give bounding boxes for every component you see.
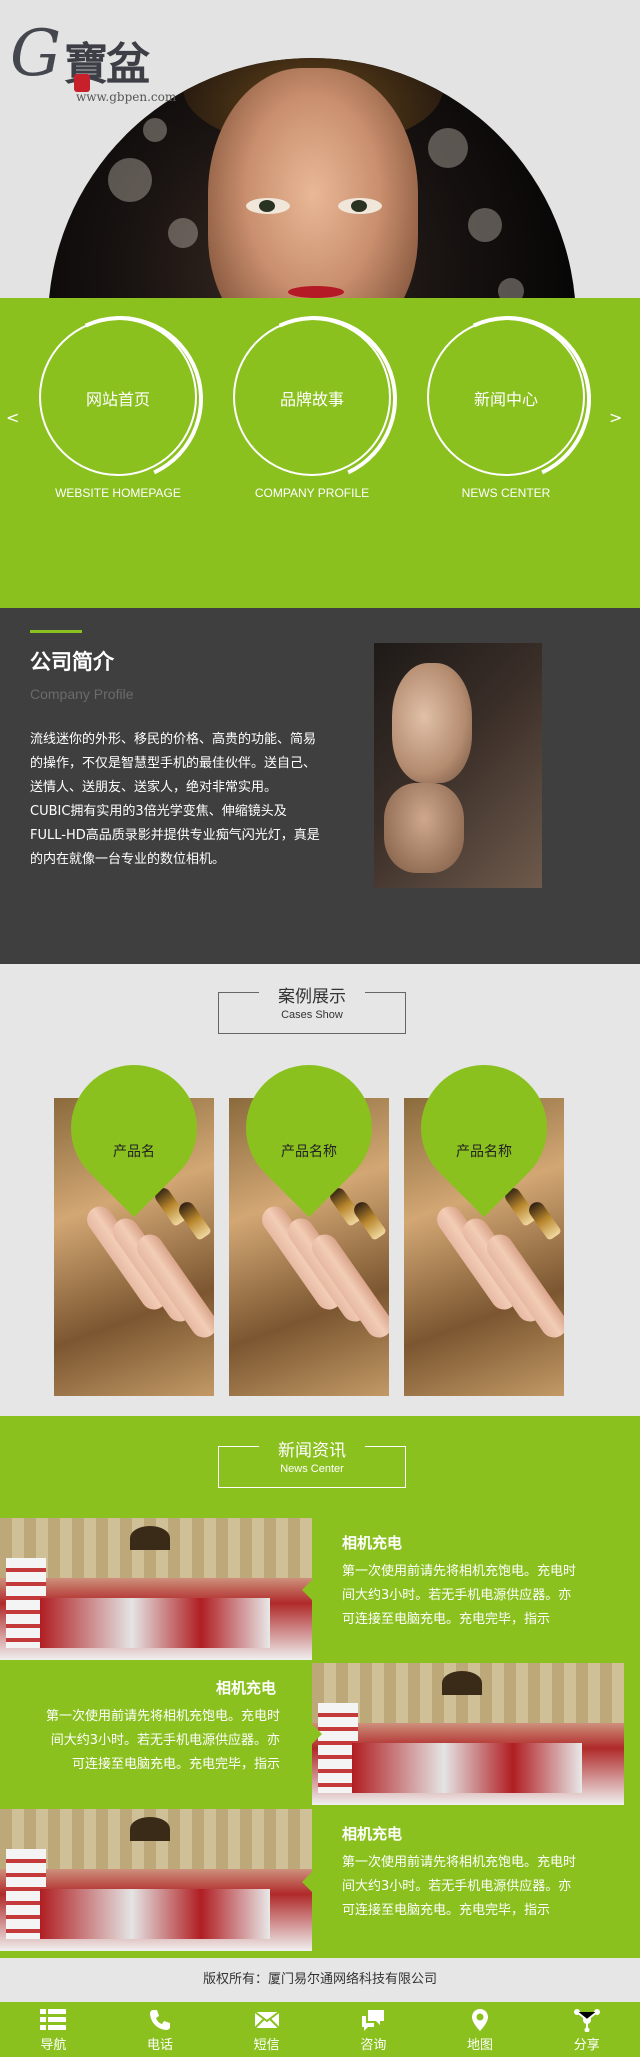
cases-title: 案例展示 [278,987,346,1007]
tab-label: 导航 [40,2038,67,2053]
profile-text: 流线迷你的外形、移民的价格、高贵的功能、简易的操作，不仅是智慧型手机的最佳伙伴。… [30,732,320,867]
tab-phone[interactable]: 电话 [107,2002,214,2057]
nav-item-label: 网站首页 [85,390,150,409]
logo-url: www.gbpen.com [76,90,177,104]
nav-circle: 新闻中心 [427,318,585,476]
copyright: 版权所有：厦门易尔通网络科技有限公司 [0,1958,640,2002]
logo-letter: G [10,17,62,91]
news-item-title[interactable]: 相机充电 [342,1823,402,1844]
case-label: 产品名称 [281,1144,337,1160]
bottom-tabbar: 导航 电话 短信 咨询 地图 分享 [0,2002,640,2057]
tab-consult[interactable]: 咨询 [320,2002,427,2057]
nav-item-brand-story[interactable]: 品牌故事 COMPANY PROFILE [232,318,392,500]
cases-subtitle: Cases Show [281,1009,343,1021]
nav-prev-arrow[interactable]: < [6,408,19,427]
profile-image[interactable] [374,643,542,888]
news-item-title[interactable]: 相机充电 [216,1677,276,1698]
nav-item-news[interactable]: 新闻中心 NEWS CENTER [426,318,586,500]
tab-label: 短信 [253,2038,280,2053]
hero-banner: G 寶盆 www.gbpen.com [0,0,640,298]
news-image[interactable] [0,1518,312,1660]
nav-circle: 网站首页 [39,318,197,476]
news-subtitle: News Center [280,1463,344,1475]
case-card[interactable]: 产品名称 [219,1038,399,1396]
mail-icon [253,2011,280,2029]
news-notch [312,1724,322,1744]
tab-label: 地图 [467,2038,494,2053]
news-item-text: 第一次使用前请先将相机充饱电。充电时间大约3小时。若无手机电源供应器。亦可连接至… [342,1564,577,1627]
company-profile-section: 公司简介 Company Profile 流线迷你的外形、移民的价格、高贵的功能… [0,608,640,964]
tab-share[interactable]: 分享 [533,2002,640,2057]
profile-subtitle: Company Profile [30,686,134,702]
case-card[interactable]: 产品名称 [394,1038,574,1396]
news-notch [302,1872,312,1892]
tab-label: 电话 [147,2038,174,2053]
site-logo[interactable]: G 寶盆 www.gbpen.com [10,17,180,104]
case-card[interactable]: 产品名 [44,1038,224,1396]
news-item-text: 第一次使用前请先将相机充饱电。充电时间大约3小时。若无手机电源供应器。亦可连接至… [342,1855,577,1918]
tab-label: 分享 [573,2038,600,2053]
news-title: 新闻资讯 [278,1441,346,1461]
nav-item-label: 新闻中心 [473,390,538,409]
nav-item-home[interactable]: 网站首页 WEBSITE HOMEPAGE [38,318,198,500]
case-label: 产品名称 [456,1144,512,1160]
nav-item-en: WEBSITE HOMEPAGE [55,486,181,500]
profile-title: 公司简介 [30,650,114,674]
chat-icon [362,2010,385,2031]
news-item-title[interactable]: 相机充电 [342,1532,402,1553]
tab-nav[interactable]: 导航 [0,2002,107,2057]
menu-icon [40,2009,67,2030]
news-heading: 新闻资讯 News Center [218,1441,406,1488]
map-pin-icon [472,2009,489,2031]
case-label: 产品名 [113,1144,155,1160]
news-image[interactable] [0,1809,312,1951]
tab-label: 咨询 [360,2038,387,2053]
accent-bar [30,630,82,633]
tab-map[interactable]: 地图 [427,2002,534,2057]
news-notch [302,1580,312,1600]
cases-heading: 案例展示 Cases Show [218,987,406,1034]
news-image[interactable] [312,1663,624,1805]
nav-item-en: COMPANY PROFILE [254,486,370,500]
nav-item-en: NEWS CENTER [461,486,551,500]
nav-next-arrow[interactable]: > [609,408,622,427]
page: G 寶盆 www.gbpen.com < > 网站首页 WEBSITE HOME… [0,0,640,2057]
nav-circle: 品牌故事 [233,318,391,476]
share-icon [573,2009,600,2032]
phone-icon [150,2010,170,2030]
news-item-text: 第一次使用前请先将相机充饱电。充电时间大约3小时。若无手机电源供应器。亦可连接至… [45,1709,280,1772]
nav-item-label: 品牌故事 [279,390,344,409]
tab-sms[interactable]: 短信 [213,2002,320,2057]
